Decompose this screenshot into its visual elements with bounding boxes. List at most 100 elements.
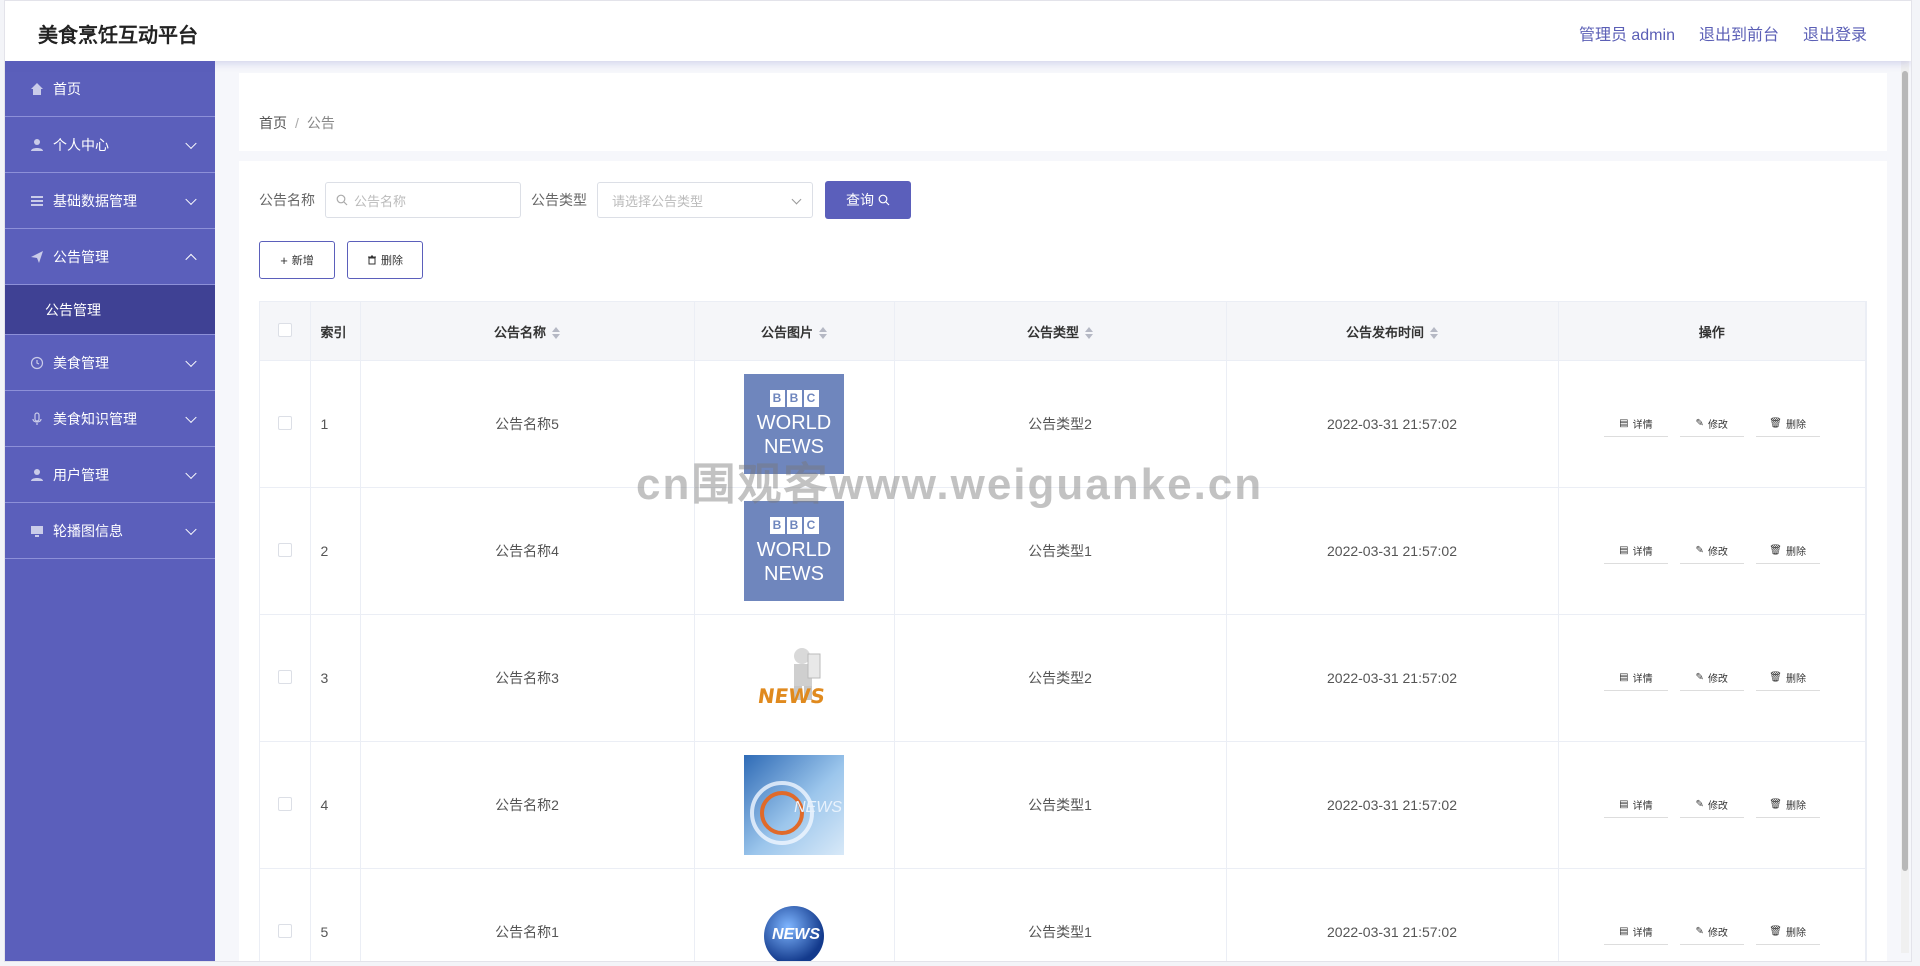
notice-image-bbc[interactable]: BBC WORLD NEWS <box>744 374 844 474</box>
edit-button[interactable]: ✎ 修改 <box>1679 920 1744 945</box>
row-index: 5 <box>310 868 361 961</box>
header-select-all[interactable] <box>260 302 311 361</box>
checkbox[interactable] <box>277 415 292 430</box>
header-name-label: 公告名称 <box>493 324 546 340</box>
row-type: 公告类型1 <box>894 487 1227 615</box>
app-title: 美食烹饪互动平台 <box>38 25 198 47</box>
sidebar-item-users[interactable]: 用户管理 <box>5 447 215 503</box>
user-icon <box>29 137 45 153</box>
edit-button[interactable]: ✎ 修改 <box>1679 666 1744 691</box>
doc-icon: ▤ <box>1619 418 1629 429</box>
sidebar-item-home[interactable]: 首页 <box>5 61 215 117</box>
query-button[interactable]: 查询 <box>825 181 911 219</box>
name-search-input[interactable]: 公告名称 <box>325 182 521 218</box>
header-image[interactable]: 公告图片 <box>694 302 895 361</box>
checkbox[interactable] <box>277 669 292 684</box>
chevron-down-icon <box>185 467 197 479</box>
trash-icon: 🗑 <box>1769 418 1782 429</box>
delete-button[interactable]: 🗑 删除 <box>1755 412 1820 437</box>
doc-icon: ▤ <box>1619 926 1629 937</box>
pencil-icon: ✎ <box>1695 418 1704 429</box>
checkbox[interactable] <box>277 923 292 938</box>
main-area: 首页 / 公告 公告名称 公告名称 公告类型 请选择公告类型 查询 + 新增 删… <box>215 61 1911 961</box>
notice-image-news-figure[interactable]: NEWS <box>744 628 844 728</box>
detail-button[interactable]: ▤ 详情 <box>1603 793 1668 818</box>
edit-button[interactable]: ✎ 修改 <box>1679 793 1744 818</box>
sidebar-item-carousel[interactable]: 轮播图信息 <box>5 503 215 559</box>
header-name[interactable]: 公告名称 <box>360 302 695 361</box>
batch-delete-button-label: 删除 <box>381 255 403 267</box>
breadcrumb: 首页 / 公告 <box>259 113 335 133</box>
sidebar: 首页 个人中心 基础数据管理 公告管理 公告管理 美食管理 美食知识管理 用户管… <box>5 61 215 961</box>
breadcrumb-panel: 首页 / 公告 <box>239 73 1887 151</box>
name-search-label: 公告名称 <box>259 192 315 208</box>
bbc-logo: BBC <box>769 516 819 534</box>
header-time[interactable]: 公告发布时间 <box>1226 302 1559 361</box>
row-ops: ▤ 详情 ✎ 修改 🗑 删除 <box>1558 614 1866 742</box>
detail-button[interactable]: ▤ 详情 <box>1603 666 1668 691</box>
delete-button[interactable]: 🗑 删除 <box>1755 666 1820 691</box>
row-image: NEWS <box>694 741 895 869</box>
header-type[interactable]: 公告类型 <box>894 302 1227 361</box>
row-select[interactable] <box>260 614 311 742</box>
row-ops: ▤ 详情 ✎ 修改 🗑 删除 <box>1558 360 1866 488</box>
sort-icon[interactable] <box>552 327 560 340</box>
front-link[interactable]: 退出到前台 <box>1699 21 1779 45</box>
sidebar-item-personal[interactable]: 个人中心 <box>5 117 215 173</box>
pencil-icon: ✎ <box>1695 799 1704 810</box>
row-time: 2022-03-31 21:57:02 <box>1226 614 1559 742</box>
row-image: NEWS <box>694 614 895 742</box>
mic-icon <box>29 411 45 427</box>
sidebar-item-notice[interactable]: 公告管理 <box>5 229 215 285</box>
breadcrumb-home[interactable]: 首页 <box>259 115 287 131</box>
search-icon <box>878 194 890 206</box>
notice-image-news-globe[interactable]: NEWS <box>744 755 844 855</box>
type-select-placeholder: 请选择公告类型 <box>612 193 704 209</box>
notice-image-news-earth[interactable]: NEWS <box>744 882 844 961</box>
scrollbar-thumb[interactable] <box>1902 71 1908 871</box>
sort-icon[interactable] <box>819 327 827 340</box>
top-bar: 美食烹饪互动平台 管理员 admin 退出到前台 退出登录 <box>5 1 1911 61</box>
row-type: 公告类型2 <box>894 360 1227 488</box>
admin-link[interactable]: 管理员 admin <box>1579 21 1675 45</box>
type-select[interactable]: 请选择公告类型 <box>597 182 813 218</box>
row-select[interactable] <box>260 868 311 961</box>
top-links: 管理员 admin 退出到前台 退出登录 <box>1579 21 1867 45</box>
detail-button[interactable]: ▤ 详情 <box>1603 920 1668 945</box>
row-select[interactable] <box>260 487 311 615</box>
row-time: 2022-03-31 21:57:02 <box>1226 360 1559 488</box>
sidebar-item-food[interactable]: 美食管理 <box>5 335 215 391</box>
row-select[interactable] <box>260 360 311 488</box>
checkbox[interactable] <box>277 322 292 337</box>
table-row: 1 公告名称5 BBC WORLD NEWS 公告类型2 2022-03-31 <box>260 360 1866 488</box>
sidebar-item-label: 个人中心 <box>53 136 109 153</box>
page-scrollbar[interactable] <box>1901 61 1909 953</box>
sidebar-item-basic-data[interactable]: 基础数据管理 <box>5 173 215 229</box>
row-name: 公告名称5 <box>360 360 695 488</box>
batch-delete-button[interactable]: 删除 <box>347 241 423 279</box>
edit-button[interactable]: ✎ 修改 <box>1679 412 1744 437</box>
delete-button[interactable]: 🗑 删除 <box>1755 539 1820 564</box>
delete-button[interactable]: 🗑 删除 <box>1755 793 1820 818</box>
sidebar-item-food-knowledge[interactable]: 美食知识管理 <box>5 391 215 447</box>
notice-image-bbc[interactable]: BBC WORLD NEWS <box>744 501 844 601</box>
sidebar-subitem-notice-manage[interactable]: 公告管理 <box>5 285 215 335</box>
add-button[interactable]: + 新增 <box>259 241 335 279</box>
checkbox[interactable] <box>277 542 292 557</box>
detail-button[interactable]: ▤ 详情 <box>1603 412 1668 437</box>
header-image-label: 公告图片 <box>760 324 813 340</box>
search-icon <box>336 194 348 206</box>
logout-link[interactable]: 退出登录 <box>1803 21 1867 45</box>
pencil-icon: ✎ <box>1695 545 1704 556</box>
row-select[interactable] <box>260 741 311 869</box>
detail-label: 详情 <box>1632 928 1653 939</box>
image-text-news: NEWS <box>756 684 827 708</box>
edit-button[interactable]: ✎ 修改 <box>1679 539 1744 564</box>
checkbox[interactable] <box>277 796 292 811</box>
row-time: 2022-03-31 21:57:02 <box>1226 868 1559 961</box>
sort-icon[interactable] <box>1085 327 1093 340</box>
detail-button[interactable]: ▤ 详情 <box>1603 539 1668 564</box>
sort-icon[interactable] <box>1430 327 1438 340</box>
delete-button[interactable]: 🗑 删除 <box>1755 920 1820 945</box>
delete-label: 删除 <box>1785 420 1806 431</box>
